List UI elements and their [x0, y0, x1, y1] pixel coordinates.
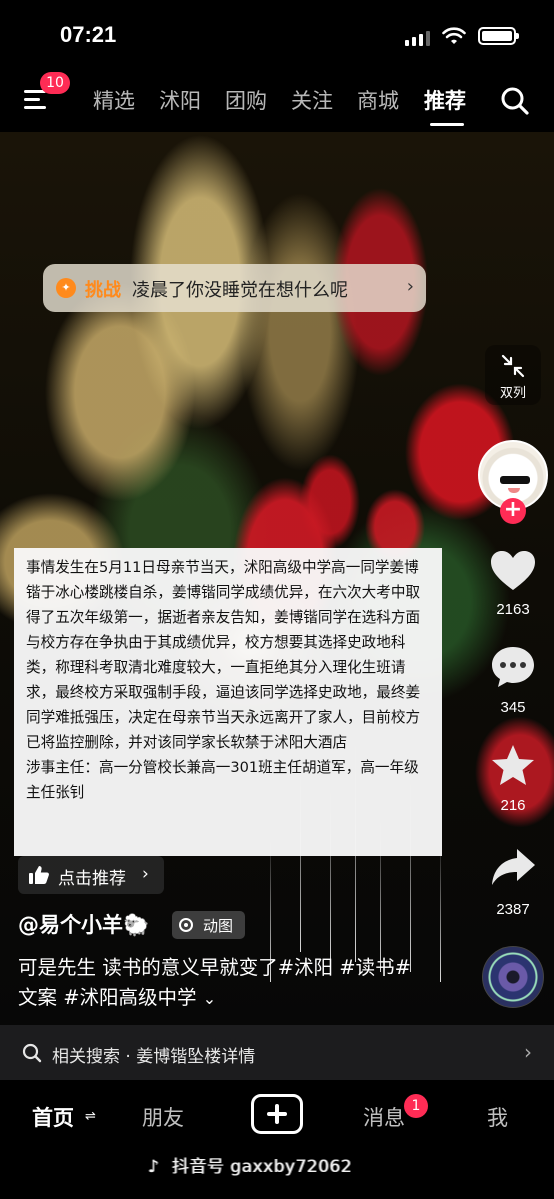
favorite-count: 216: [500, 797, 526, 814]
battery-icon: [478, 27, 519, 45]
search-icon[interactable]: [500, 86, 530, 116]
video-caption[interactable]: 可是先生 读书的意义早就变了#沭阳 #读书#文案 #沭阳高级中学 ⌄: [18, 953, 418, 1014]
animated-tag-label: 动图: [203, 917, 234, 935]
top-navigation: 10 精选 沭阳 团购 关注 商城 推荐: [0, 70, 554, 132]
bottom-navigation: 首页 ⇌ 朋友 消息 1 我 ♪ 抖音号 gaxxby72062: [0, 1080, 554, 1199]
thumbs-up-icon: [29, 866, 49, 884]
tab-mall[interactable]: 商城: [357, 85, 399, 115]
animated-tag: 动图: [172, 911, 245, 939]
tab-shuyang[interactable]: 沭阳: [159, 85, 201, 115]
douyin-logo-icon: ♪: [148, 1157, 160, 1177]
cellular-signal-icon: [405, 30, 431, 46]
watermark-text: 抖音号 gaxxby72062: [172, 1157, 353, 1177]
status-bar: 07:21: [0, 0, 554, 70]
like-count: 2163: [496, 601, 530, 618]
tab-following[interactable]: 关注: [291, 85, 333, 115]
story-paragraph: 事情发生在5月11日母亲节当天，沭阳高级中学高一同学姜博锴于冰心楼跳楼自杀，姜博…: [26, 559, 421, 751]
tab-recommend[interactable]: 推荐: [424, 85, 466, 115]
recommend-label: 点击推荐: [58, 869, 126, 889]
status-time: 07:21: [60, 22, 117, 47]
related-search-bar[interactable]: 相关搜索 · 姜博锴坠楼详情 ›: [0, 1025, 554, 1080]
share-count: 2387: [496, 901, 530, 918]
nav-friends[interactable]: 朋友: [142, 1102, 184, 1132]
swap-icon: ⇌: [85, 1109, 96, 1124]
tab-group-buy[interactable]: 团购: [225, 85, 267, 115]
follow-button[interactable]: +: [500, 498, 526, 524]
dual-column-button[interactable]: 双列: [485, 345, 541, 405]
dual-column-label: 双列: [499, 386, 526, 401]
search-icon: [22, 1043, 42, 1063]
chevron-right-icon: ›: [406, 276, 414, 297]
music-disc[interactable]: [482, 946, 544, 1008]
story-text-overlay: 事情发生在5月11日母亲节当天，沭阳高级中学高一同学姜博锴于冰心楼跳楼自杀，姜博…: [14, 548, 442, 856]
challenge-banner[interactable]: ✦ 挑战 凌晨了你没睡觉在想什么呢 ›: [43, 264, 426, 312]
heart-icon[interactable]: [488, 548, 538, 594]
author-name[interactable]: @易个小羊🐑: [18, 909, 149, 939]
messages-badge: 1: [404, 1094, 428, 1118]
avatar-mouth: [508, 488, 520, 493]
animated-image-icon: [179, 918, 193, 932]
active-tab-indicator: [430, 123, 464, 126]
collapse-arrows-icon: [501, 354, 525, 378]
challenge-icon: ✦: [56, 278, 76, 298]
challenge-tag: 挑战: [85, 280, 121, 301]
share-icon[interactable]: [488, 845, 538, 891]
nav-messages[interactable]: 消息: [363, 1102, 405, 1132]
notification-badge: 10: [40, 72, 70, 94]
avatar-sunglasses: [500, 476, 530, 484]
comment-count: 345: [500, 699, 526, 716]
douyin-watermark: ♪ 抖音号 gaxxby72062: [148, 1152, 418, 1177]
challenge-text: 凌晨了你没睡觉在想什么呢: [132, 280, 348, 301]
nav-home[interactable]: 首页: [32, 1102, 74, 1132]
nav-me[interactable]: 我: [487, 1102, 508, 1132]
chevron-right-icon: ›: [524, 1040, 532, 1064]
recommend-button[interactable]: 点击推荐 ›: [18, 856, 164, 894]
expand-caption-icon[interactable]: ⌄: [203, 989, 216, 1008]
chevron-right-icon: ›: [142, 864, 149, 884]
wifi-icon: [442, 27, 466, 44]
related-search-text: 相关搜索 · 姜博锴坠楼详情: [52, 1047, 256, 1067]
story-paragraph-officials: 涉事主任：高一分管校长兼高一301班主任胡道军，高一年级主任张钊: [26, 759, 419, 801]
star-icon[interactable]: [488, 743, 538, 789]
create-post-button[interactable]: [251, 1094, 303, 1134]
comment-icon[interactable]: [488, 644, 538, 690]
tab-featured[interactable]: 精选: [93, 85, 135, 115]
